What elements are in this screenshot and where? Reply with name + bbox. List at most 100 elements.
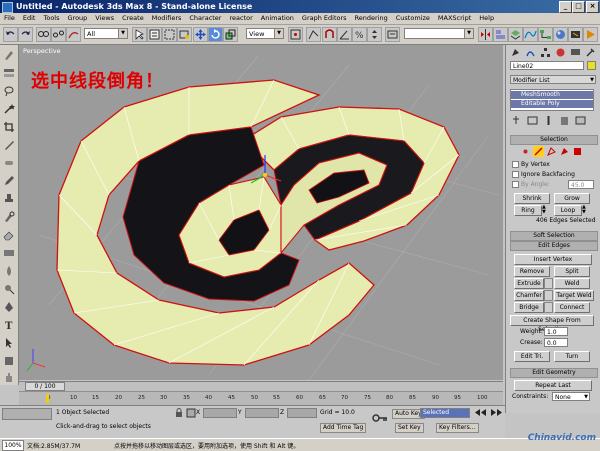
edit-tri-button[interactable]: Edit Tri. [514, 351, 550, 362]
select-and-link-icon[interactable] [36, 27, 51, 42]
ignore-backfacing-checkbox[interactable]: Ignore Backfacing [512, 171, 575, 179]
perspective-viewport[interactable]: Perspective 选中线段倒角！ [19, 45, 503, 380]
brush-icon[interactable] [3, 49, 15, 61]
menu-create[interactable]: Create [118, 13, 148, 24]
gradient-icon[interactable] [3, 247, 15, 259]
menu-tools[interactable]: Tools [39, 13, 63, 24]
shape-icon[interactable] [3, 355, 15, 367]
named-selection-sets-dropdown[interactable]: ▼ [404, 28, 474, 39]
grow-button[interactable]: Grow [554, 193, 590, 204]
show-end-result-icon[interactable] [526, 115, 539, 126]
turn-button[interactable]: Turn [554, 351, 590, 362]
polygon-mode-icon[interactable] [559, 146, 570, 157]
target-weld-button[interactable]: Target Weld [554, 290, 594, 301]
track-bar[interactable]: 0101520253035404550556065707580859095100 [19, 391, 503, 405]
angle-value-field[interactable]: 45.0 [568, 180, 594, 189]
crop-icon[interactable] [3, 121, 15, 133]
bridge-button[interactable]: Bridge [514, 302, 544, 313]
menu-graph-editors[interactable]: Graph Editors [298, 13, 351, 24]
chamfer-button[interactable]: Chamfer [514, 290, 544, 301]
menu-animation[interactable]: Animation [257, 13, 298, 24]
loop-button[interactable]: Loop [554, 205, 582, 216]
playback-controls[interactable] [474, 408, 504, 417]
magic-wand-icon[interactable] [3, 103, 15, 115]
x-coordinate-field[interactable] [203, 408, 237, 418]
select-and-manipulate-icon[interactable] [306, 27, 321, 42]
render-scene-icon[interactable] [568, 27, 583, 42]
menu-maxscript[interactable]: MAXScript [434, 13, 475, 24]
rotate-icon[interactable] [208, 27, 223, 42]
zoom-level-field[interactable]: 100% [2, 440, 24, 451]
absolute-mode-icon[interactable] [186, 408, 196, 418]
modifier-list-dropdown[interactable]: Modifier List ▼ [510, 75, 596, 84]
shrink-button[interactable]: Shrink [514, 193, 550, 204]
edit-edges-rollout-header[interactable]: Edit Edges [510, 241, 598, 251]
time-slider-thumb[interactable]: 0 / 100 [25, 382, 65, 391]
unlink-icon[interactable] [51, 27, 66, 42]
repeat-last-button[interactable]: Repeat Last [514, 380, 592, 391]
menu-group[interactable]: Group [64, 13, 92, 24]
quick-render-icon[interactable] [583, 27, 598, 42]
pen-icon[interactable] [3, 301, 15, 313]
viewport-label[interactable]: Perspective [23, 47, 61, 55]
menu-rendering[interactable]: Rendering [351, 13, 392, 24]
layer-manager-icon[interactable] [508, 27, 523, 42]
pivot-center-icon[interactable] [288, 27, 303, 42]
stack-item-editable-poly[interactable]: Editable Poly [511, 100, 593, 108]
pin-stack-icon[interactable] [510, 115, 523, 126]
minimize-button[interactable]: _ [559, 1, 572, 13]
time-slider[interactable]: 0 / 100 [19, 381, 503, 391]
slice-icon[interactable] [3, 139, 15, 151]
menu-reactor[interactable]: reactor [225, 13, 256, 24]
add-time-tag-button[interactable]: Add Time Tag [320, 423, 367, 433]
bridge-settings-icon[interactable] [544, 302, 553, 313]
healing-brush-icon[interactable] [3, 157, 15, 169]
scale-icon[interactable] [223, 27, 238, 42]
blur-icon[interactable] [3, 265, 15, 277]
ring-spinner-icon[interactable]: ▲ ▼ [542, 205, 548, 215]
loop-spinner-icon[interactable]: ▲ ▼ [582, 205, 588, 215]
eraser-icon[interactable] [3, 229, 15, 241]
percent-snap-icon[interactable]: % [352, 27, 367, 42]
dodge-icon[interactable] [3, 283, 15, 295]
set-key-button[interactable]: Set Key [395, 423, 424, 433]
constraints-dropdown[interactable]: None ▼ [552, 392, 590, 401]
selection-rollout-header[interactable]: Selection [510, 135, 598, 145]
spinner-snap-icon[interactable] [367, 27, 382, 42]
vertex-mode-icon[interactable] [520, 146, 531, 157]
create-tab-icon[interactable] [510, 47, 521, 58]
angle-snap-icon[interactable] [337, 27, 352, 42]
window-crossing-icon[interactable] [177, 27, 192, 42]
y-coordinate-field[interactable] [245, 408, 279, 418]
remove-modifier-icon[interactable] [558, 115, 571, 126]
curve-editor-icon[interactable] [523, 27, 538, 42]
select-object-icon[interactable] [132, 27, 147, 42]
stack-item-meshsmooth[interactable]: MeshSmooth [511, 91, 593, 99]
pencil-icon[interactable] [3, 175, 15, 187]
ring-button[interactable]: Ring [514, 205, 542, 216]
menu-file[interactable]: File [0, 13, 19, 24]
redo-icon[interactable] [18, 27, 33, 42]
border-mode-icon[interactable] [546, 146, 557, 157]
weld-button[interactable]: Weld [554, 278, 590, 289]
object-color-swatch[interactable] [587, 61, 596, 70]
menu-customize[interactable]: Customize [392, 13, 434, 24]
hand-icon[interactable] [3, 371, 15, 383]
element-mode-icon[interactable] [572, 146, 583, 157]
chamfer-settings-icon[interactable] [544, 290, 553, 301]
insert-vertex-button[interactable]: Insert Vertex [514, 254, 592, 265]
key-filters-button[interactable]: Key Filters... [436, 423, 479, 433]
close-button[interactable]: × [586, 1, 599, 13]
create-shape-button[interactable]: Create Shape From Selection [510, 315, 594, 333]
modify-tab-icon[interactable] [525, 47, 536, 58]
reference-coordinate-dropdown[interactable]: View ▼ [246, 28, 284, 39]
split-button[interactable]: Split [554, 266, 590, 277]
maximize-button[interactable]: □ [572, 1, 585, 13]
utilities-tab-icon[interactable] [585, 47, 596, 58]
edit-geometry-rollout-header[interactable]: Edit Geometry [510, 368, 598, 378]
align-icon[interactable] [493, 27, 508, 42]
type-icon[interactable]: T [3, 319, 15, 331]
motion-tab-icon[interactable] [555, 47, 566, 58]
lock-selection-icon[interactable] [174, 408, 184, 418]
menu-modifiers[interactable]: Modifiers [148, 13, 186, 24]
